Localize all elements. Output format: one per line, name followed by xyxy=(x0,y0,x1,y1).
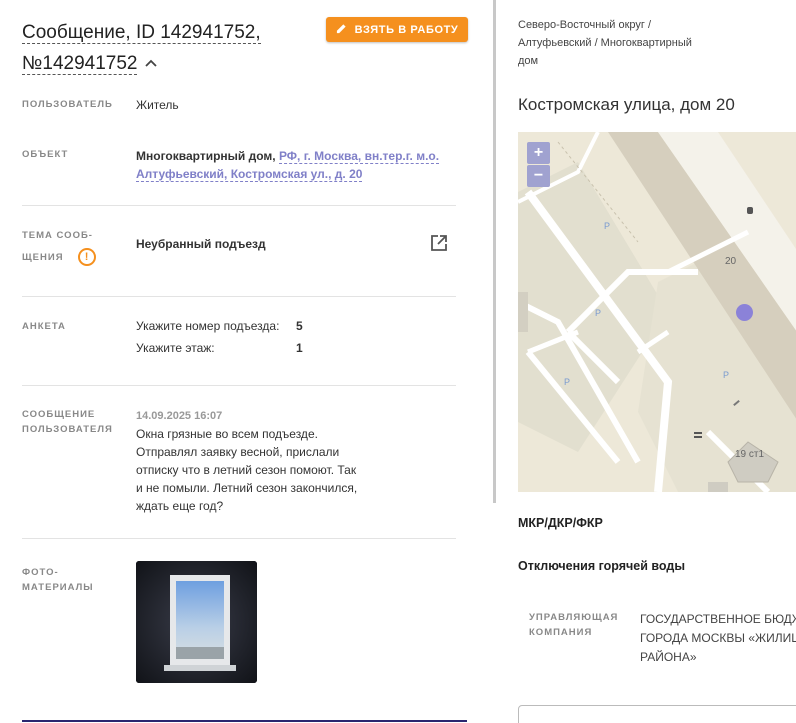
field-topic-label: ТЕМА СООБ- ЩЕНИЯ! xyxy=(22,228,96,267)
user-message-line: отписку что в летний сезон помоют. Так xyxy=(136,463,357,477)
map-marker-icon[interactable] xyxy=(736,304,753,321)
divider xyxy=(22,385,456,386)
parking-icon: P xyxy=(723,370,730,380)
anketa-item: Укажите этаж: 1 xyxy=(136,339,356,357)
user-message-line: Окна грязные во всем подъезде. xyxy=(136,427,318,441)
field-user-value: Житель xyxy=(136,98,179,112)
field-topic: ТЕМА СООБ- ЩЕНИЯ! Неубранный подъезд xyxy=(22,228,456,270)
photo-label-2: МАТЕРИАЛЫ xyxy=(22,582,94,593)
warning-icon: ! xyxy=(77,248,96,267)
message-title-line1[interactable]: Сообщение, ID 142941752, xyxy=(22,22,261,44)
object-address-title: Костромская улица, дом 20 xyxy=(518,95,735,114)
poi-icon xyxy=(694,432,702,438)
divider xyxy=(22,538,456,539)
message-title-line2[interactable]: №142941752 xyxy=(22,53,138,75)
field-object-value: Многоквартирный дом, РФ, г. Москва, вн.т… xyxy=(136,147,446,183)
take-to-work-button[interactable]: ВЗЯТЬ В РАБОТУ xyxy=(326,17,468,42)
breadcrumb-line: Алтуфьевский / Многоквартирный xyxy=(518,37,692,49)
usermsg-label-1: СООБЩЕНИЕ xyxy=(22,409,96,420)
field-user-message-label: СООБЩЕНИЕ ПОЛЬЗОВАТЕЛЯ xyxy=(22,407,113,437)
anketa-item: Укажите номер подъезда: 5 xyxy=(136,317,356,335)
user-message-date: 14.09.2025 16:07 xyxy=(136,410,223,422)
management-company-value: ГОСУДАРСТВЕННОЕ БЮДЖ ГОРОДА МОСКВЫ «ЖИЛИ… xyxy=(640,610,796,667)
bottom-accent-line xyxy=(22,720,467,722)
photo-label-1: ФОТО- xyxy=(22,567,59,578)
field-topic-label-2: ЩЕНИЯ xyxy=(22,252,64,263)
user-message-line: и не помыли. Летний сезон закончился, xyxy=(136,481,358,495)
take-to-work-label: ВЗЯТЬ В РАБОТУ xyxy=(354,23,459,36)
mc-value-line: ГОРОДА МОСКВЫ «ЖИЛИШ xyxy=(640,631,796,645)
field-object-label: ОБЪЕКТ xyxy=(22,149,69,160)
message-title: Сообщение, ID 142941752, №142941752 xyxy=(22,18,322,78)
breadcrumb: Северо-Восточный округ / Алтуфьевский / … xyxy=(518,16,718,70)
field-photos: ФОТО- МАТЕРИАЛЫ xyxy=(22,561,456,683)
poi-icon xyxy=(747,207,753,214)
field-object: ОБЪЕКТ Многоквартирный дом, РФ, г. Москв… xyxy=(22,147,456,187)
object-panel: Северо-Восточный округ / Алтуфьевский / … xyxy=(496,0,796,723)
map-label-building: 19 ст1 xyxy=(735,449,765,460)
anketa-list: Укажите номер подъезда: 5 Укажите этаж: … xyxy=(136,317,356,357)
object-type: Многоквартирный дом, xyxy=(136,149,276,163)
anketa-question: Укажите этаж: xyxy=(136,341,215,355)
field-user-message: СООБЩЕНИЕ ПОЛЬЗОВАТЕЛЯ 14.09.2025 16:07 … xyxy=(22,407,456,517)
mc-value-line: ГОСУДАРСТВЕННОЕ БЮДЖ xyxy=(640,612,796,626)
field-user-label: ПОЛЬЗОВАТЕЛЬ xyxy=(22,99,113,110)
management-company-label: УПРАВЛЯЮЩАЯ КОМПАНИЯ xyxy=(529,610,629,640)
mc-label-1: УПРАВЛЯЮЩАЯ xyxy=(529,612,619,623)
mc-label-2: КОМПАНИЯ xyxy=(529,627,593,638)
divider xyxy=(22,296,456,297)
field-topic-value: Неубранный подъезд xyxy=(136,237,266,251)
photo-thumbnail[interactable] xyxy=(136,561,257,683)
pencil-icon xyxy=(336,23,347,37)
parking-icon: P xyxy=(564,377,571,387)
parking-icon: P xyxy=(604,221,611,231)
anketa-question: Укажите номер подъезда: xyxy=(136,319,280,333)
chevron-up-icon[interactable] xyxy=(145,47,158,76)
field-photos-label: ФОТО- МАТЕРИАЛЫ xyxy=(22,565,94,595)
external-link-icon[interactable] xyxy=(430,234,448,252)
mc-value-line: РАЙОНА» xyxy=(640,650,697,664)
message-panel: Сообщение, ID 142941752, №142941752 ВЗЯТ… xyxy=(0,0,494,723)
field-anketa-label: АНКЕТА xyxy=(22,321,66,332)
zoom-out-button[interactable]: − xyxy=(527,165,550,187)
user-message-body: 14.09.2025 16:07 Окна грязные во всем по… xyxy=(136,407,386,515)
breadcrumb-line: Северо-Восточный округ / xyxy=(518,19,652,31)
breadcrumb-line: дом xyxy=(518,55,539,67)
user-message-line: ждать еще год? xyxy=(136,499,224,513)
map[interactable]: + − 20 19 ст1 P P P P xyxy=(518,132,796,492)
divider xyxy=(22,205,456,206)
anketa-answer: 5 xyxy=(296,319,303,333)
map-canvas xyxy=(518,132,796,492)
zoom-in-button[interactable]: + xyxy=(527,142,550,164)
field-user: ПОЛЬЗОВАТЕЛЬ Житель xyxy=(22,97,456,117)
section-hot-water[interactable]: Отключения горячей воды xyxy=(518,559,685,573)
bottom-input-field[interactable] xyxy=(518,705,796,723)
usermsg-label-2: ПОЛЬЗОВАТЕЛЯ xyxy=(22,424,113,435)
field-anketa: АНКЕТА Укажите номер подъезда: 5 Укажите… xyxy=(22,319,456,363)
field-topic-label-1: ТЕМА СООБ- xyxy=(22,230,93,241)
user-message-line: Отправлял заявку весной, прислали xyxy=(136,445,340,459)
section-mkr[interactable]: МКР/ДКР/ФКР xyxy=(518,516,603,530)
map-label-house: 20 xyxy=(725,256,737,267)
anketa-answer: 1 xyxy=(296,341,303,355)
parking-icon: P xyxy=(595,308,602,318)
